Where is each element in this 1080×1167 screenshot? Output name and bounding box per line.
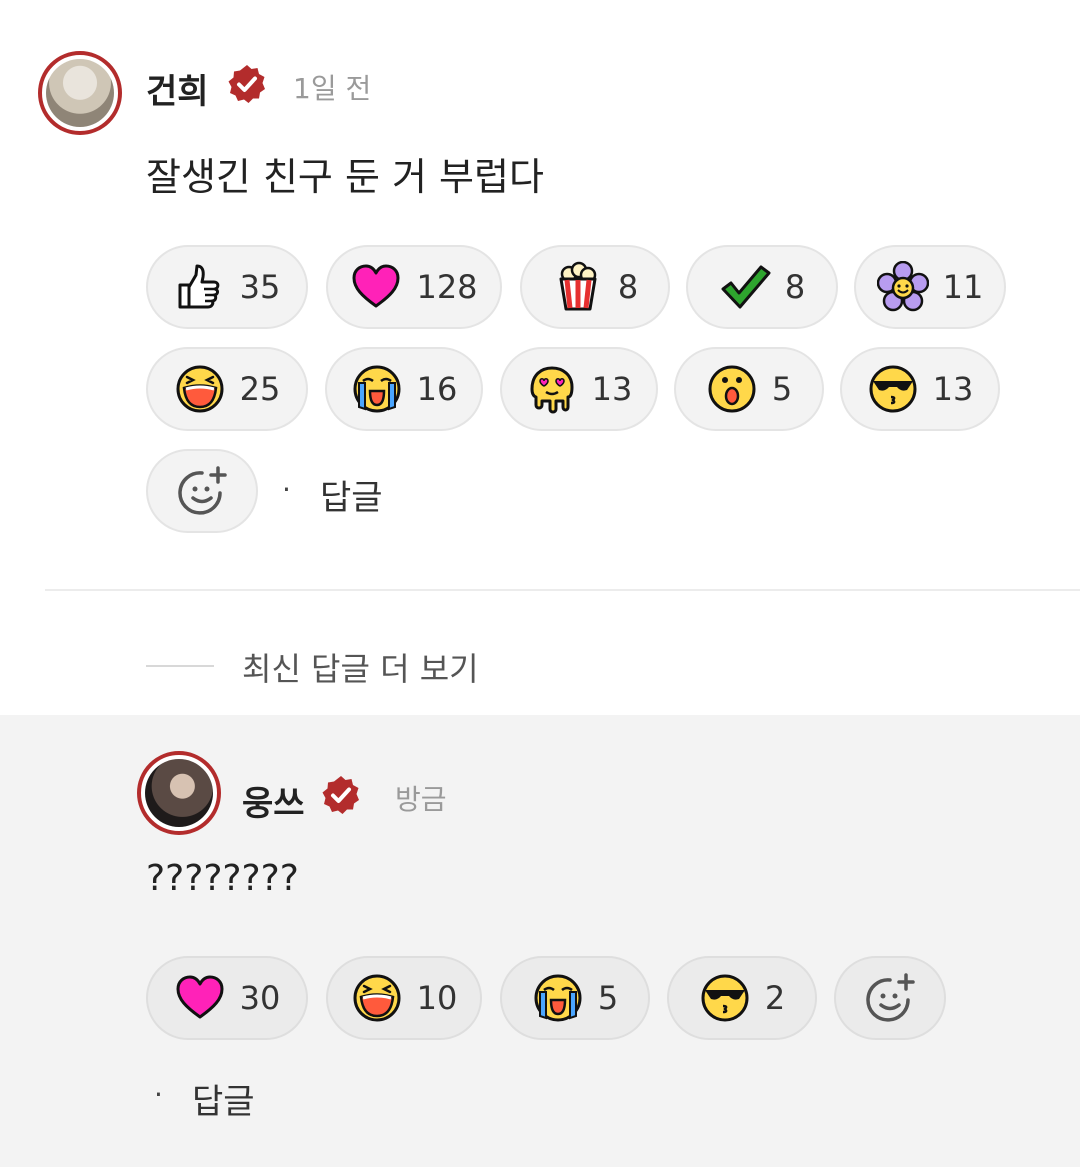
flower-icon	[877, 261, 929, 313]
divider	[45, 589, 1080, 591]
reply-button[interactable]: 답글	[320, 470, 383, 519]
reply-section: 웅쓰 방금 ???????? 30 10 5 2 · 답글	[0, 715, 1080, 1167]
reaction-sunglasses[interactable]: 13	[840, 347, 1000, 431]
more-replies-button[interactable]: 최신 답글 더 보기	[242, 644, 479, 690]
crying-face-icon	[351, 363, 403, 415]
reaction-count: 30	[239, 979, 281, 1017]
reaction-popcorn[interactable]: 8	[520, 245, 670, 329]
reaction-melting[interactable]: 13	[500, 347, 658, 431]
reply-time: 방금	[395, 783, 447, 816]
verified-badge-icon	[226, 63, 268, 105]
separator-dot: ·	[282, 473, 291, 506]
heart-icon	[350, 261, 402, 313]
reaction-heart[interactable]: 30	[146, 956, 308, 1040]
reaction-count: 10	[416, 979, 458, 1017]
comment-text: 잘생긴 친구 둔 거 부럽다	[146, 155, 544, 199]
laughing-face-icon	[351, 972, 403, 1024]
reaction-count: 11	[942, 268, 984, 306]
add-reaction-button[interactable]	[834, 956, 946, 1040]
reaction-sunglasses[interactable]: 2	[667, 956, 817, 1040]
add-emoji-icon	[176, 465, 228, 517]
heart-icon	[174, 972, 226, 1024]
sunglasses-kiss-icon	[867, 363, 919, 415]
reaction-count: 8	[784, 268, 806, 306]
more-replies-line	[146, 665, 214, 667]
popcorn-icon	[552, 261, 604, 313]
reaction-check[interactable]: 8	[686, 245, 838, 329]
reaction-count: 5	[771, 370, 793, 408]
avatar-reply-author[interactable]	[137, 751, 221, 835]
comment-section: 건희 1일 전 잘생긴 친구 둔 거 부럽다 35 128 8 8 11 25 …	[0, 0, 1080, 715]
reaction-count: 13	[591, 370, 633, 408]
surprised-face-icon	[706, 363, 758, 415]
crying-face-icon	[532, 972, 584, 1024]
reaction-laughing[interactable]: 25	[146, 347, 308, 431]
reaction-thumbs-up[interactable]: 35	[146, 245, 308, 329]
verified-badge-icon	[320, 774, 362, 816]
sunglasses-kiss-icon	[699, 972, 751, 1024]
reaction-count: 13	[932, 370, 974, 408]
reply-author-name[interactable]: 웅쓰	[242, 776, 305, 825]
reaction-laughing[interactable]: 10	[326, 956, 482, 1040]
reaction-flower[interactable]: 11	[854, 245, 1006, 329]
reply-text: ????????	[146, 858, 299, 899]
reaction-count: 5	[597, 979, 619, 1017]
comment-time: 1일 전	[293, 72, 372, 105]
reaction-crying[interactable]: 5	[500, 956, 650, 1040]
reaction-heart[interactable]: 128	[326, 245, 502, 329]
reaction-count: 128	[416, 268, 478, 306]
reaction-count: 16	[416, 370, 458, 408]
laughing-face-icon	[174, 363, 226, 415]
reaction-count: 25	[239, 370, 281, 408]
reaction-count: 35	[239, 268, 281, 306]
reaction-count: 2	[764, 979, 786, 1017]
add-reaction-button[interactable]	[146, 449, 258, 533]
checkmark-icon	[719, 261, 771, 313]
reaction-crying[interactable]: 16	[325, 347, 483, 431]
reaction-count: 8	[617, 268, 639, 306]
melting-heart-eyes-icon	[526, 363, 578, 415]
reaction-surprised[interactable]: 5	[674, 347, 824, 431]
comment-author-name[interactable]: 건희	[146, 64, 209, 113]
add-emoji-icon	[864, 972, 916, 1024]
thumbs-up-icon	[174, 261, 226, 313]
avatar-comment-author[interactable]	[38, 51, 122, 135]
separator-dot: ·	[154, 1078, 163, 1111]
reply-button[interactable]: 답글	[192, 1074, 255, 1123]
